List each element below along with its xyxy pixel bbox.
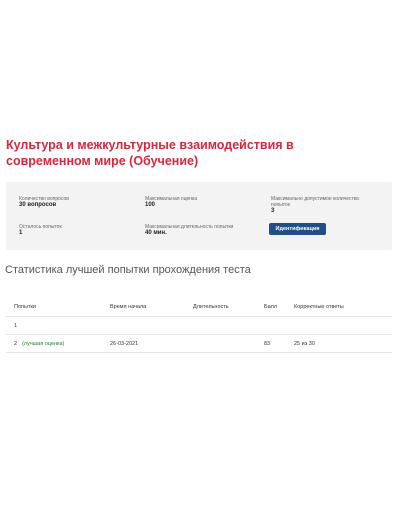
max-attempts: Максимально допустимое количество попыто… — [271, 196, 376, 214]
attempts-table: Попытки Время начала Длительность Балл К… — [6, 297, 392, 353]
column-header-attempts: Попытки — [6, 297, 102, 317]
max-duration-value: 40 мин. — [145, 230, 167, 236]
max-duration: Максимальная длительность попытки 40 мин… — [145, 224, 263, 236]
column-header-correct-answers: Корректные ответы — [286, 297, 392, 317]
identification-button[interactable]: Идентификация — [269, 223, 326, 235]
max-attempts-label: Максимально допустимое количество попыто… — [271, 196, 360, 208]
max-attempts-value: 3 — [271, 208, 275, 214]
attempt-number: 2 — [14, 340, 18, 347]
page-title: Культура и межкультурные взаимодействия … — [6, 138, 294, 168]
cell-correct-answers — [286, 316, 392, 335]
test-info-panel: Количество вопросов 30 вопросов Максимал… — [6, 182, 392, 250]
best-score-label: (лучшая оценка) — [22, 340, 65, 347]
attempts-left: Осталось попыток 1 — [19, 224, 129, 236]
max-score-value: 100 — [145, 202, 156, 208]
column-header-duration: Длительность — [185, 297, 256, 317]
questions-count: Количество вопросов 30 вопросов — [19, 196, 129, 208]
cell-duration — [185, 316, 256, 335]
questions-count-value: 30 вопросов — [19, 202, 57, 208]
attempt-number: 1 — [14, 322, 18, 329]
cell-score: 83 — [256, 334, 286, 353]
column-header-score: Балл — [256, 297, 286, 317]
column-header-start-time: Время начала — [102, 297, 185, 317]
attempts-left-value: 1 — [19, 230, 23, 236]
cell-score — [256, 316, 286, 335]
cell-attempt: 2 (лучшая оценка) — [6, 334, 102, 353]
max-score: Максимальная оценка 100 — [145, 196, 255, 208]
cell-start-time: 26-03-2021 — [102, 334, 185, 353]
cell-duration — [185, 334, 256, 353]
table-row: 1 — [6, 316, 392, 335]
cell-start-time — [102, 316, 185, 335]
stats-heading: Статистика лучшей попытки прохождения те… — [5, 264, 251, 276]
table-row: 2 (лучшая оценка) 26-03-2021 83 25 из 30 — [6, 334, 392, 353]
cell-correct-answers: 25 из 30 — [286, 334, 392, 353]
table-header-row: Попытки Время начала Длительность Балл К… — [6, 297, 392, 317]
cell-attempt: 1 — [6, 316, 102, 335]
